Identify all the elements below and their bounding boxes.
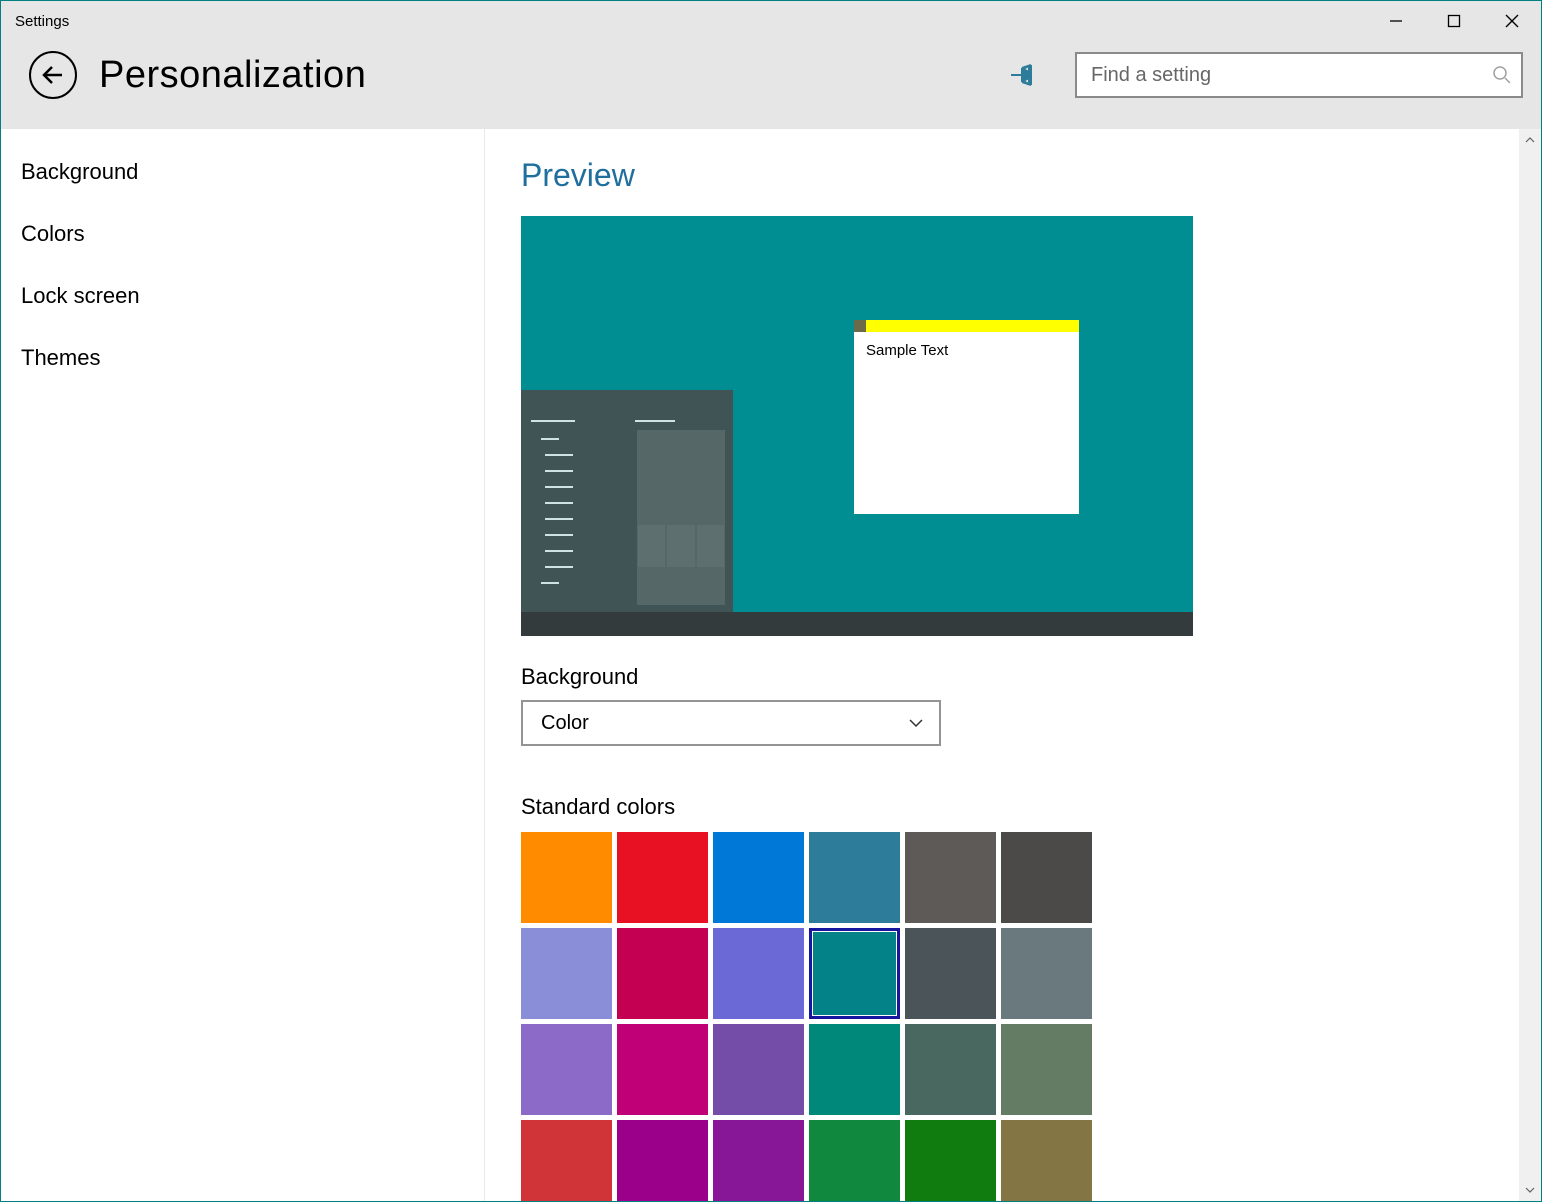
preview-start-menu [521, 390, 733, 612]
sidebar-item-label: Colors [21, 221, 85, 246]
background-label: Background [521, 664, 1495, 690]
preview-taskbar [521, 612, 1193, 636]
color-swatch[interactable] [617, 1024, 708, 1115]
color-swatch[interactable] [1001, 1024, 1092, 1115]
page-title: Personalization [99, 54, 366, 97]
minimize-button[interactable] [1367, 1, 1425, 41]
desktop-preview: Sample Text [521, 216, 1193, 636]
sidebar: Background Colors Lock screen Themes [1, 129, 485, 1201]
maximize-button[interactable] [1425, 1, 1483, 41]
color-swatch[interactable] [617, 928, 708, 1019]
preview-heading: Preview [521, 157, 1495, 194]
color-swatch[interactable] [809, 832, 900, 923]
color-swatch[interactable] [617, 832, 708, 923]
search-field[interactable] [1075, 52, 1523, 98]
window-title: Settings [1, 13, 69, 30]
sidebar-item-background[interactable]: Background [1, 141, 484, 203]
back-button[interactable] [29, 51, 77, 99]
sidebar-item-colors[interactable]: Colors [1, 203, 484, 265]
color-swatch[interactable] [905, 1120, 996, 1201]
preview-sample-window: Sample Text [854, 320, 1079, 514]
sidebar-item-label: Lock screen [21, 283, 140, 308]
preview-sample-text: Sample Text [854, 332, 1079, 369]
scroll-down-button[interactable] [1519, 1179, 1541, 1201]
close-button[interactable] [1483, 1, 1541, 41]
color-swatch[interactable] [521, 1120, 612, 1201]
color-swatch[interactable] [521, 928, 612, 1019]
color-swatch[interactable] [521, 1024, 612, 1115]
color-swatch[interactable] [713, 928, 804, 1019]
color-swatch[interactable] [713, 832, 804, 923]
background-dropdown-value: Color [541, 712, 589, 735]
sidebar-item-label: Background [21, 159, 138, 184]
standard-colors-label: Standard colors [521, 794, 1495, 820]
color-swatch[interactable] [905, 928, 996, 1019]
color-swatch[interactable] [1001, 928, 1092, 1019]
color-swatch[interactable] [809, 1024, 900, 1115]
color-swatch[interactable] [713, 1120, 804, 1201]
color-swatch[interactable] [905, 832, 996, 923]
sidebar-item-label: Themes [21, 345, 100, 370]
content: Preview [485, 129, 1519, 1201]
chevron-down-icon [907, 714, 925, 732]
vertical-scrollbar[interactable] [1519, 129, 1541, 1201]
color-swatch[interactable] [1001, 832, 1092, 923]
color-swatch[interactable] [809, 928, 900, 1019]
color-swatch-grid [521, 832, 1101, 1201]
pin-icon[interactable] [1009, 61, 1037, 89]
search-input[interactable] [1075, 52, 1523, 98]
color-swatch[interactable] [905, 1024, 996, 1115]
color-swatch[interactable] [1001, 1120, 1092, 1201]
sidebar-item-lock-screen[interactable]: Lock screen [1, 265, 484, 327]
color-swatch[interactable] [713, 1024, 804, 1115]
sidebar-item-themes[interactable]: Themes [1, 327, 484, 389]
titlebar: Settings [1, 1, 1541, 41]
header: Personalization [1, 41, 1541, 129]
color-swatch[interactable] [809, 1120, 900, 1201]
color-swatch[interactable] [617, 1120, 708, 1201]
background-dropdown[interactable]: Color [521, 700, 941, 746]
scroll-up-button[interactable] [1519, 129, 1541, 151]
search-icon [1491, 64, 1513, 86]
color-swatch[interactable] [521, 832, 612, 923]
